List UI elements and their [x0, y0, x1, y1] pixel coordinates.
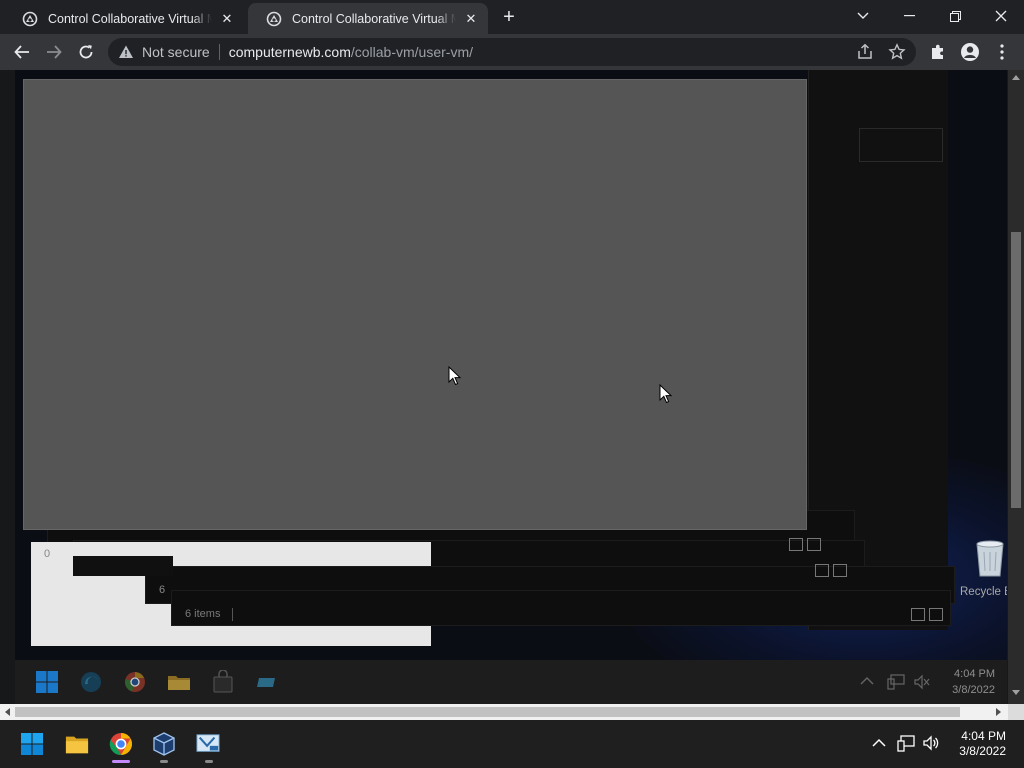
tiles-view-icon[interactable]	[833, 564, 847, 577]
vertical-scrollbar[interactable]	[1008, 70, 1024, 704]
tab-close-icon[interactable]: ✕	[218, 10, 236, 28]
vm-clock[interactable]: 4:04 PM 3/8/2022	[952, 666, 995, 698]
tab-strip: Control Collaborative Virtual Machines ✕…	[0, 0, 1024, 34]
vm-partial-text: 0	[44, 548, 51, 560]
vm-taskbar: 4:04 PM 3/8/2022	[15, 660, 1007, 704]
tab-search-chevron-icon[interactable]	[840, 0, 886, 32]
view-toggle-icons[interactable]	[789, 538, 821, 551]
vertical-scroll-thumb[interactable]	[1011, 232, 1021, 508]
vm-app-icon[interactable]	[255, 670, 279, 694]
tab-title: Control Collaborative Virtual Machines	[48, 11, 212, 26]
vm-explorer-statusbar	[171, 590, 951, 626]
mouse-cursor-icon	[448, 366, 462, 386]
tab-inactive[interactable]: Control Collaborative Virtual Machines ✕	[4, 3, 244, 34]
restore-button[interactable]	[932, 0, 978, 32]
reload-icon[interactable]	[74, 40, 98, 64]
bookmark-star-icon[interactable]	[888, 43, 906, 61]
profile-avatar-icon[interactable]	[958, 40, 982, 64]
url-host: computernewb.com	[228, 44, 351, 60]
scroll-up-arrow-icon[interactable]	[1012, 74, 1020, 80]
scroll-left-arrow-icon[interactable]	[4, 708, 10, 716]
tab-close-icon[interactable]: ✕	[462, 10, 480, 28]
omnibox-divider	[218, 44, 220, 60]
view-toggle-icons[interactable]	[815, 564, 847, 577]
details-view-icon[interactable]	[911, 608, 925, 621]
recycle-bin-icon[interactable]	[973, 538, 1007, 578]
vm-tray-chevron-icon[interactable]	[860, 676, 874, 686]
not-secure-warning-icon[interactable]	[118, 44, 134, 60]
vista-app-running-indicator	[205, 760, 213, 763]
horizontal-scrollbar[interactable]	[0, 704, 1008, 720]
vm-gray-window[interactable]	[23, 79, 807, 530]
virtualbox-icon[interactable]	[152, 732, 176, 756]
vm-start-icon[interactable]	[35, 670, 59, 694]
vm-edge-icon[interactable]	[79, 670, 103, 694]
scroll-down-arrow-icon[interactable]	[1012, 690, 1020, 696]
minimize-button[interactable]	[886, 0, 932, 32]
recycle-bin-label: Recycle B	[960, 586, 1007, 598]
explorer-item-count: 6 items	[185, 608, 221, 620]
host-clock[interactable]: 4:04 PM 3/8/2022	[959, 729, 1006, 759]
tiles-view-icon[interactable]	[929, 608, 943, 621]
vm-volume-muted-icon[interactable]	[913, 674, 931, 690]
tab-title: Control Collaborative Virtual Machines	[292, 11, 456, 26]
extensions-puzzle-icon[interactable]	[926, 40, 950, 64]
vm-store-icon[interactable]	[211, 670, 235, 694]
forward-arrow-icon[interactable]	[42, 40, 66, 64]
view-toggle-icons[interactable]	[911, 608, 943, 621]
new-tab-button[interactable]: +	[498, 6, 520, 28]
tab-active[interactable]: Control Collaborative Virtual Machines ✕	[248, 3, 488, 34]
status-divider	[232, 608, 233, 621]
remote-cursor-icon	[659, 384, 673, 404]
vm-network-icon[interactable]	[887, 674, 905, 690]
computernewb-favicon-icon	[266, 11, 282, 27]
vm-chrome-icon[interactable]	[123, 670, 147, 694]
volume-icon[interactable]	[922, 734, 940, 752]
vm-clock-time: 4:04 PM	[954, 668, 995, 680]
vista-app-icon[interactable]	[196, 732, 220, 756]
chrome-icon[interactable]	[109, 732, 133, 756]
virtualbox-running-indicator	[160, 760, 168, 763]
page-viewport: 0 6 6 items Recycle B 4:04 PM 3/8/2022	[0, 70, 1008, 704]
host-clock-time: 4:04 PM	[961, 729, 1006, 743]
vm-window-searchbox	[859, 128, 943, 162]
url-path: /collab-vm/user-vm/	[350, 44, 474, 60]
host-clock-date: 3/8/2022	[959, 744, 1006, 758]
network-icon[interactable]	[897, 734, 915, 752]
scroll-right-arrow-icon[interactable]	[996, 708, 1002, 716]
details-view-icon[interactable]	[789, 538, 803, 551]
chrome-active-indicator	[112, 760, 130, 763]
start-icon[interactable]	[20, 732, 44, 756]
file-explorer-icon[interactable]	[65, 732, 89, 756]
share-icon[interactable]	[856, 43, 874, 61]
host-taskbar: 4:04 PM 3/8/2022	[0, 720, 1024, 768]
vm-partial-text: 6	[159, 584, 166, 596]
security-label[interactable]: Not secure	[142, 44, 210, 60]
tiles-view-icon[interactable]	[807, 538, 821, 551]
menu-kebab-icon[interactable]	[990, 40, 1014, 64]
computernewb-favicon-icon	[22, 11, 38, 27]
address-bar[interactable]: Not secure computernewb.com/collab-vm/us…	[108, 38, 916, 66]
vm-window-layer	[73, 556, 173, 576]
vm-file-explorer-icon[interactable]	[167, 670, 191, 694]
horizontal-scroll-thumb[interactable]	[15, 707, 960, 717]
close-window-button[interactable]	[978, 0, 1024, 32]
scrollbar-corner	[1008, 704, 1024, 720]
back-arrow-icon[interactable]	[10, 40, 34, 64]
browser-toolbar: Not secure computernewb.com/collab-vm/us…	[0, 34, 1024, 70]
vm-clock-date: 3/8/2022	[952, 684, 995, 696]
details-view-icon[interactable]	[815, 564, 829, 577]
tray-chevron-up-icon[interactable]	[870, 734, 888, 752]
vm-screen[interactable]: 0 6 6 items Recycle B 4:04 PM 3/8/2022	[15, 70, 1007, 704]
